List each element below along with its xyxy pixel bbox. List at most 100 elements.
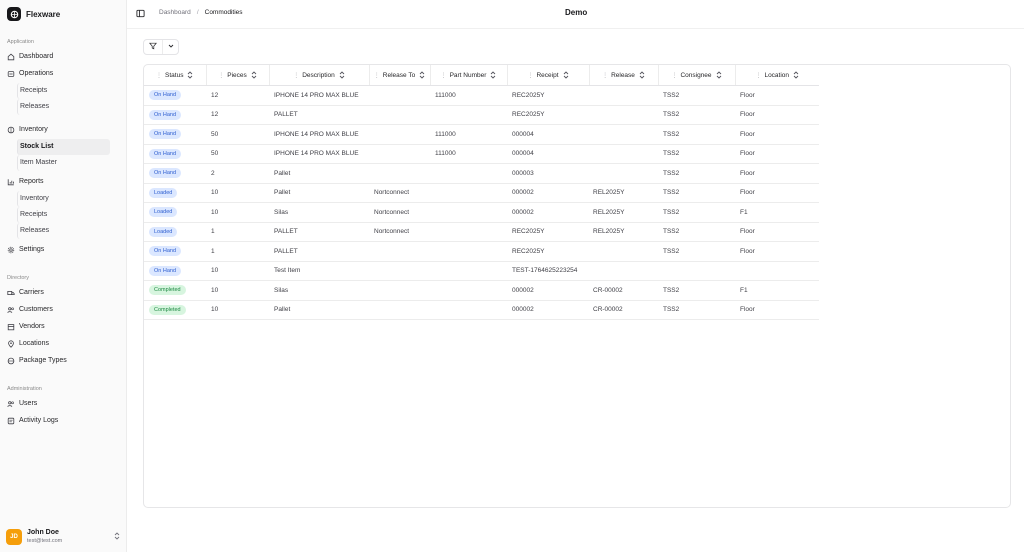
column-header-receipt[interactable]: ⋮ Receipt: [507, 65, 590, 86]
filter-control: [143, 39, 179, 55]
table-header-row: ⋮ Status ⋮ Pieces ⋮ Description ⋮ Release To ⋮ Pa…: [144, 65, 819, 86]
table-row[interactable]: On Hand 12 PALLET REC2025Y TSS2 Floor: [144, 105, 819, 125]
table-row[interactable]: On Hand 12 IPHONE 14 PRO MAX BLUE 111000 REC…: [144, 86, 819, 106]
table-row[interactable]: Completed 10 Silas 000002 CR-00002 TSS2 F1: [144, 281, 819, 300]
sidebar-item-inventory[interactable]: Inventory: [4, 122, 110, 138]
cell-text: PALLET: [274, 247, 298, 255]
drag-handle-icon[interactable]: ⋮: [755, 72, 761, 79]
sidebar-subitem-reports-releases[interactable]: Releases: [17, 223, 110, 239]
gear-icon: [7, 246, 15, 254]
table-row[interactable]: Loaded 1 PALLET Nortconnect REC2025Y REL2025Y…: [144, 222, 819, 242]
sort-icon[interactable]: [187, 71, 193, 79]
table-row[interactable]: On Hand 2 Pallet 000003 TSS2 Floor: [144, 164, 819, 184]
cell-part-number: [430, 261, 507, 281]
sidebar-subitem-item-master[interactable]: Item Master: [17, 155, 110, 171]
drag-handle-icon[interactable]: ⋮: [602, 72, 608, 79]
stock-table-card: ⋮ Status ⋮ Pieces ⋮ Description ⋮ Release To ⋮ Pa…: [143, 64, 1011, 508]
filter-button[interactable]: [144, 40, 162, 54]
sort-icon[interactable]: [793, 71, 799, 79]
table-row[interactable]: On Hand 50 IPHONE 14 PRO MAX BLUE 111000 000…: [144, 125, 819, 145]
map-pin-icon: [7, 340, 15, 348]
status-badge: Loaded: [149, 207, 178, 218]
sidebar-subitem-stock-list[interactable]: Stock List: [17, 139, 110, 155]
cell-release: [589, 242, 658, 262]
drag-handle-icon[interactable]: ⋮: [218, 72, 224, 79]
sidebar-subitem-releases[interactable]: Releases: [17, 99, 110, 115]
drag-handle-icon[interactable]: ⋮: [441, 72, 447, 79]
drag-handle-icon[interactable]: ⋮: [671, 72, 677, 79]
sidebar-item-activity-logs[interactable]: Activity Logs: [4, 413, 110, 429]
cell-status: On Hand: [144, 86, 206, 106]
cell-consignee: TSS2: [658, 183, 735, 203]
table-row[interactable]: Loaded 10 Silas Nortconnect 000002 REL2025Y TS…: [144, 203, 819, 223]
column-header-release[interactable]: ⋮ Release: [589, 65, 659, 86]
sidebar-item-users[interactable]: Users: [4, 396, 110, 412]
sidebar-subitem-reports-inventory[interactable]: Inventory: [17, 191, 110, 207]
sidebar-item-operations[interactable]: Operations: [4, 66, 110, 82]
sidebar-item-settings[interactable]: Settings: [4, 242, 110, 258]
cell-receipt: 000003: [507, 164, 589, 184]
sort-icon[interactable]: [251, 71, 257, 79]
table-row[interactable]: On Hand 1 PALLET REC2025Y TSS2 Floor: [144, 242, 819, 262]
sidebar-item-customers[interactable]: Customers: [4, 302, 110, 318]
sidebar-item-dashboard[interactable]: Dashboard: [4, 49, 110, 65]
column-header-status[interactable]: ⋮ Status: [144, 65, 207, 86]
cell-receipt: TEST-1764625223254: [507, 261, 589, 281]
column-header-location[interactable]: ⋮ Location: [735, 65, 819, 86]
cell-text: 50: [211, 130, 219, 138]
cell-consignee: TSS2: [658, 242, 735, 262]
cell-text: REL2025Y: [593, 228, 625, 236]
sidebar-toggle-icon[interactable]: [136, 9, 145, 18]
column-header-label: Release: [611, 71, 635, 79]
sidebar-subitem-reports-receipts[interactable]: Receipts: [17, 207, 110, 223]
cell-pieces: 10: [206, 183, 269, 203]
sort-icon[interactable]: [490, 71, 496, 79]
cell-pieces: 50: [206, 125, 269, 145]
breadcrumb-dashboard[interactable]: Dashboard: [159, 9, 191, 16]
cell-part-number: 111000: [430, 86, 507, 106]
sidebar-item-carriers[interactable]: Carriers: [4, 285, 110, 301]
cell-text: 111000: [435, 130, 456, 138]
cell-receipt: REC2025Y: [507, 222, 589, 242]
column-header-label: Location: [764, 71, 790, 79]
cell-location: Floor: [735, 144, 819, 164]
group-label-administration: Administration: [7, 386, 42, 392]
cell-release-to: [369, 300, 430, 320]
cell-part-number: [430, 203, 507, 223]
sort-icon[interactable]: [339, 71, 345, 79]
column-header-part-number[interactable]: ⋮ Part Number: [430, 65, 508, 86]
column-header-release-to[interactable]: ⋮ Release To: [369, 65, 431, 86]
cell-release: REL2025Y: [589, 183, 658, 203]
table-row[interactable]: Loaded 10 Pallet Nortconnect 000002 REL2025Y T…: [144, 183, 819, 203]
table-row[interactable]: On Hand 10 Test Item TEST-1764625223254: [144, 261, 819, 281]
sidebar-item-reports[interactable]: Reports: [4, 174, 110, 190]
sidebar-item-label: Settings: [19, 246, 45, 253]
user-menu[interactable]: JD John Doe test@test.com: [6, 528, 120, 546]
brand[interactable]: Flexware: [7, 6, 60, 22]
sort-icon[interactable]: [639, 71, 645, 79]
column-header-pieces[interactable]: ⋮ Pieces: [206, 65, 270, 86]
sidebar-item-package-types[interactable]: Package Types: [4, 353, 110, 369]
sort-icon[interactable]: [419, 71, 425, 79]
user-email: test@test.com: [27, 538, 63, 544]
table-row[interactable]: On Hand 50 IPHONE 14 PRO MAX BLUE 111000 000…: [144, 144, 819, 164]
cell-release: [589, 164, 658, 184]
filter-dropdown-button[interactable]: [162, 40, 178, 54]
drag-handle-icon[interactable]: ⋮: [374, 72, 380, 79]
sidebar-subitem-receipts[interactable]: Receipts: [17, 83, 110, 99]
column-header-consignee[interactable]: ⋮ Consignee: [658, 65, 736, 86]
drag-handle-icon[interactable]: ⋮: [293, 72, 299, 79]
sidebar-item-locations[interactable]: Locations: [4, 336, 110, 352]
sidebar-item-label: Package Types: [19, 357, 67, 364]
sort-icon[interactable]: [563, 71, 569, 79]
column-header-label: Consignee: [680, 71, 712, 79]
column-header-description[interactable]: ⋮ Description: [269, 65, 370, 86]
drag-handle-icon[interactable]: ⋮: [527, 72, 533, 79]
table-row[interactable]: Completed 10 Pallet 000002 CR-00002 TSS2 Floor: [144, 300, 819, 320]
sort-icon[interactable]: [716, 71, 722, 79]
cell-receipt: 000004: [507, 125, 589, 145]
drag-handle-icon[interactable]: ⋮: [156, 72, 162, 79]
sidebar-item-vendors[interactable]: Vendors: [4, 319, 110, 335]
cell-text: REC2025Y: [512, 247, 545, 255]
cell-consignee: TSS2: [658, 222, 735, 242]
